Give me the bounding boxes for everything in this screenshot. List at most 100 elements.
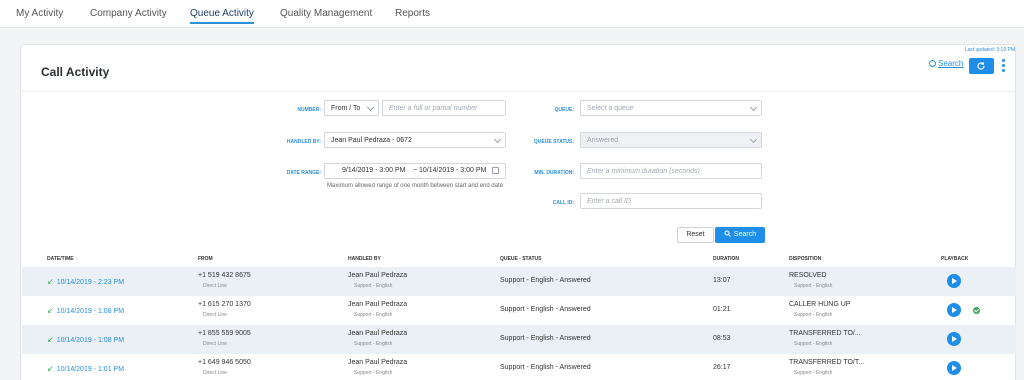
col-header-playback: Playback [941, 256, 969, 262]
handled-by-value: Jean Paul Pedraza - 0672 [331, 137, 412, 144]
inbound-call-icon: ↙ [47, 335, 54, 344]
search-icon [724, 230, 731, 237]
date-range-label: Date range: [286, 170, 321, 176]
top-navigation: My Activity Company Activity Queue Activ… [0, 0, 1024, 28]
caller-line-type: Direct Line [203, 283, 227, 289]
col-header-handled-by: Handled by [348, 256, 381, 262]
play-icon[interactable] [947, 303, 961, 317]
search-button[interactable]: Search [715, 227, 765, 243]
caller-number: +1 649 946 5050 [198, 359, 251, 366]
call-activity-card: Last updated: 3:19 PM Call Activity Sear… [20, 44, 1016, 380]
refresh-button[interactable] [969, 58, 994, 74]
search-button-label: Search [733, 231, 757, 238]
disposition-queue: Support - English [794, 370, 833, 376]
call-datetime: 10/14/2019 - 1:08 PM [56, 337, 125, 344]
disposition-queue: Support - English [794, 341, 833, 347]
col-header-disposition[interactable]: Disposition ↕ [789, 256, 825, 262]
queue-status-value: Support - English - Answered [500, 306, 591, 313]
calendar-icon[interactable] [492, 167, 499, 174]
table-row[interactable]: ↙ 10/14/2019 - 1:08 PM +1 615 270 1370 Dire… [22, 296, 1016, 325]
table-row[interactable]: ↙ 10/14/2019 - 2:23 PM +1 519 432 8675 Dire… [22, 267, 1016, 296]
number-label: Number: [297, 107, 321, 113]
agent-name: Jean Paul Pedraza [348, 301, 408, 308]
agent-queue: Support - English [354, 283, 393, 289]
call-datetime: 10/14/2019 - 1:08 PM [56, 308, 125, 315]
col-header-disposition-label: Disposition [789, 256, 822, 262]
min-duration-label: Min. duration: [534, 170, 574, 176]
call-datetime-link[interactable]: ↙ 10/14/2019 - 2:23 PM [47, 277, 124, 286]
number-mode-select[interactable]: From / To [324, 100, 379, 116]
col-header-datetime-label: Date/Time [47, 256, 74, 262]
handled-by-select[interactable]: Jean Paul Pedraza - 0672 [324, 132, 506, 148]
disposition-queue: Support - English [794, 283, 833, 289]
tab-reports[interactable]: Reports [395, 8, 430, 19]
queue-placeholder: Select a queue [587, 105, 634, 112]
disposition-value: CALLER HUNG UP [789, 301, 851, 308]
call-duration: 13:07 [713, 277, 731, 284]
queue-label: Queue: [554, 107, 574, 113]
queue-status-value: Support - English - Answered [500, 277, 591, 284]
date-range-hint: Maximum allowed range of one month betwe… [326, 183, 504, 189]
more-options-icon[interactable] [1002, 59, 1006, 74]
header-divider [21, 91, 1015, 92]
caller-line-type: Direct Line [203, 341, 227, 347]
col-header-duration: Duration [713, 256, 740, 262]
handled-by-label: Handled by: [286, 139, 321, 145]
play-icon[interactable] [947, 361, 961, 375]
chevron-down-icon [493, 135, 502, 144]
call-datetime-link[interactable]: ↙ 10/14/2019 - 1:08 PM [47, 306, 124, 315]
search-link[interactable]: Search [929, 59, 963, 68]
queue-select[interactable]: Select a queue [580, 100, 762, 116]
reset-button[interactable]: Reset [677, 227, 714, 243]
page-title: Call Activity [41, 65, 110, 79]
caller-number: +1 519 432 8675 [198, 272, 251, 279]
caller-number: +1 855 559 9005 [198, 330, 251, 337]
col-header-datetime[interactable]: Date/Time ↕ [47, 256, 77, 262]
inbound-call-icon: ↙ [47, 277, 54, 286]
caller-line-type: Direct Line [203, 312, 227, 318]
tab-quality-management[interactable]: Quality Management [280, 8, 372, 19]
chevron-down-icon [749, 103, 758, 112]
inbound-call-icon: ↙ [47, 364, 54, 373]
sort-icon: ↕ [822, 256, 826, 262]
disposition-queue: Support - English [794, 312, 833, 318]
agent-queue: Support - English [354, 370, 393, 376]
queue-status-label: Queue status: [533, 139, 574, 145]
last-updated-text: Last updated: 3:19 PM [964, 47, 1015, 53]
call-duration: 08:53 [713, 335, 731, 342]
chevron-down-icon [749, 135, 758, 144]
col-header-from: From [198, 256, 213, 262]
call-id-input[interactable]: Enter a call ID [580, 193, 762, 209]
table-row[interactable]: ↙ 10/14/2019 - 1:08 PM +1 855 559 9005 Dire… [22, 325, 1016, 354]
chevron-down-icon [366, 103, 375, 112]
tab-my-activity[interactable]: My Activity [16, 8, 63, 19]
caller-line-type: Direct Line [203, 370, 227, 376]
disposition-value: TRANSFERRED TO/... [789, 330, 861, 337]
agent-queue: Support - English [354, 341, 393, 347]
call-datetime: 10/14/2019 - 1:01 PM [56, 366, 125, 373]
date-separator: ~ [413, 167, 418, 174]
play-icon[interactable] [947, 274, 961, 288]
queue-status-value: Support - English - Answered [500, 364, 591, 371]
search-link-label: Search [938, 59, 964, 68]
min-duration-input[interactable]: Enter a minimum duration (seconds) [580, 163, 762, 179]
date-from-value: 9/14/2019 - 3:00 PM [342, 167, 406, 174]
number-input[interactable]: Enter a full or partial number [382, 100, 506, 116]
play-icon[interactable] [947, 332, 961, 346]
agent-name: Jean Paul Pedraza [348, 359, 408, 366]
agent-name: Jean Paul Pedraza [348, 272, 408, 279]
agent-name: Jean Paul Pedraza [348, 330, 408, 337]
sort-icon: ↕ [74, 256, 78, 262]
queue-status-value: Support - English - Answered [500, 335, 591, 342]
tab-company-activity[interactable]: Company Activity [90, 8, 167, 19]
refresh-icon [977, 62, 985, 70]
tab-queue-activity[interactable]: Queue Activity [190, 8, 254, 24]
call-duration: 01:21 [713, 306, 731, 313]
call-datetime-link[interactable]: ↙ 10/14/2019 - 1:01 PM [47, 364, 124, 373]
call-duration: 26:17 [713, 364, 731, 371]
col-header-queue-status: Queue - Status [500, 256, 542, 262]
table-row[interactable]: ↙ 10/14/2019 - 1:01 PM +1 649 946 5050 Dire… [22, 354, 1016, 380]
agent-queue: Support - English [354, 312, 393, 318]
inbound-call-icon: ↙ [47, 306, 54, 315]
call-datetime-link[interactable]: ↙ 10/14/2019 - 1:08 PM [47, 335, 124, 344]
